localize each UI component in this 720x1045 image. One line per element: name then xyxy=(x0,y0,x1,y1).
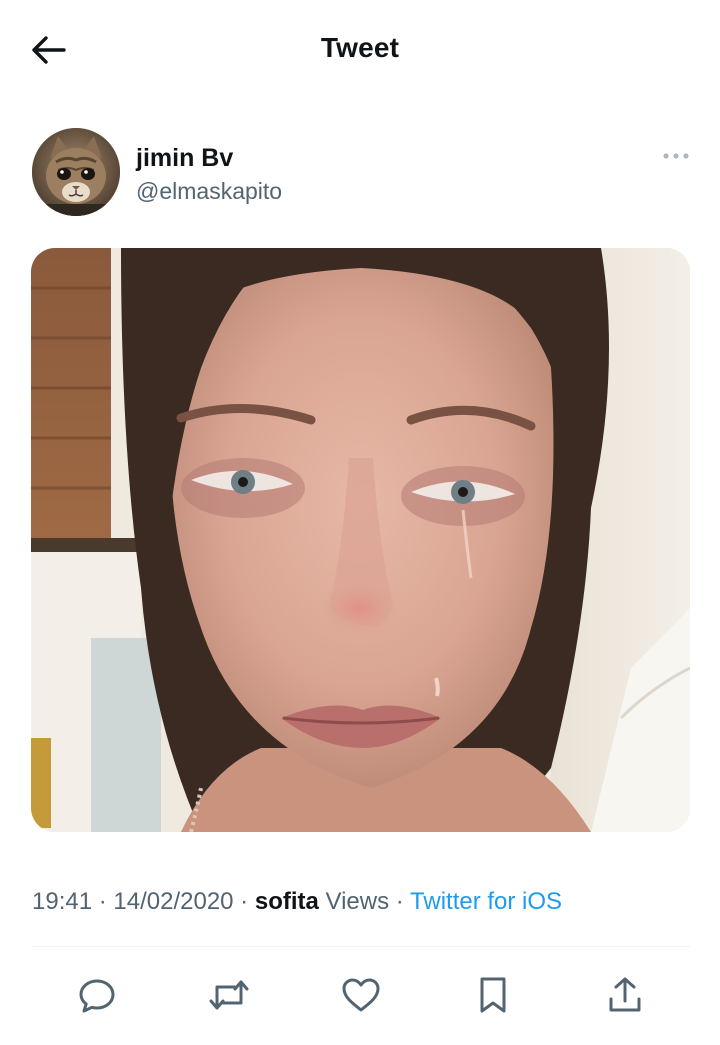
share-icon xyxy=(609,977,641,1012)
tweet-source-link[interactable]: Twitter for iOS xyxy=(410,888,562,915)
bookmark-button[interactable] xyxy=(466,968,520,1022)
page-title: Tweet xyxy=(320,32,400,63)
tweet-time: 19:41 xyxy=(32,888,93,915)
reply-button[interactable] xyxy=(70,968,124,1022)
views-label: Views xyxy=(318,888,390,915)
bookmark-icon xyxy=(480,977,506,1013)
tweet-date: 14/02/2020 xyxy=(113,888,234,915)
retweet-icon xyxy=(209,980,249,1010)
tweet-actions-bar xyxy=(0,968,720,1022)
views-count: sofita xyxy=(254,888,319,915)
tweet-author: jimin Bv @elmaskapito xyxy=(32,128,692,220)
kitten-face-avatar xyxy=(32,128,120,216)
more-horizontal-icon xyxy=(663,153,689,159)
top-bar: Tweet xyxy=(0,0,720,100)
share-button[interactable] xyxy=(598,968,652,1022)
author-display-name[interactable]: jimin Bv xyxy=(136,144,233,173)
divider xyxy=(32,946,690,947)
tweet-meta: 19:41 · 14/02/2020 · sofita Views · Twit… xyxy=(32,888,562,916)
retweet-button[interactable] xyxy=(202,968,256,1022)
separator-dot: · xyxy=(233,888,255,915)
like-icon xyxy=(342,978,380,1012)
tweet-media-photo[interactable] xyxy=(31,248,690,832)
reply-icon xyxy=(79,979,115,1013)
separator-dot: · xyxy=(92,888,114,915)
author-handle[interactable]: @elmaskapito xyxy=(136,178,282,205)
avatar[interactable] xyxy=(32,128,120,216)
separator-dot: · xyxy=(389,888,411,915)
like-button[interactable] xyxy=(334,968,388,1022)
photo-crying-woman-closeup xyxy=(31,248,690,832)
more-options-button[interactable] xyxy=(660,146,692,166)
